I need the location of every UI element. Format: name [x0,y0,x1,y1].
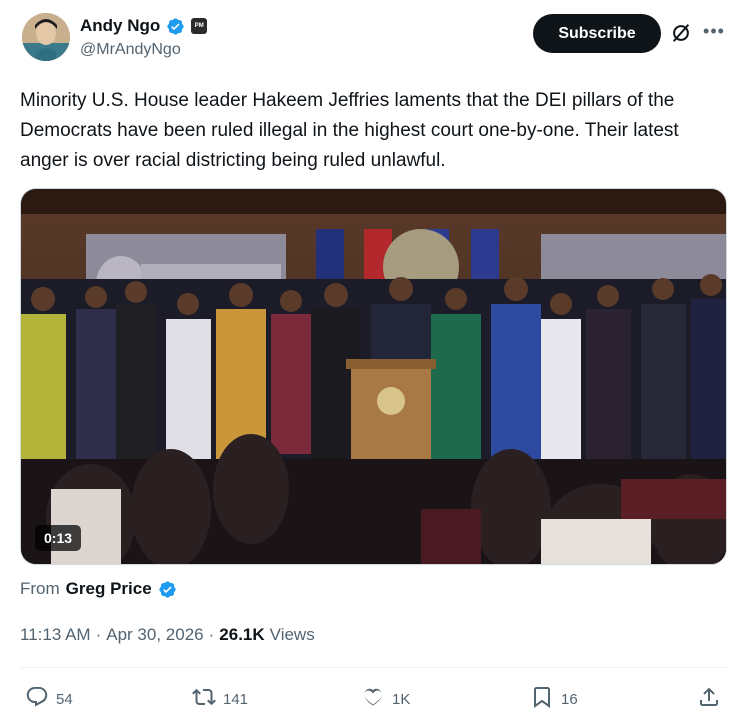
bookmark-icon [530,685,554,713]
divider [20,667,727,668]
author-avatar[interactable] [22,13,70,61]
verified-badge-icon[interactable] [166,17,185,36]
attribution-prefix: From [20,579,60,598]
heart-icon [361,685,385,713]
reply-count: 54 [56,690,73,708]
tweet-time[interactable]: 11:13 AM [20,625,91,645]
tweet-date[interactable]: Apr 30, 2026 [106,625,203,645]
repost-button[interactable]: 141 [192,685,248,713]
bookmark-button[interactable]: 16 [530,685,578,713]
author-name-row: Andy Ngo PM [80,16,208,36]
views-label: Views [269,625,315,644]
bookmark-count: 16 [561,690,578,708]
like-count: 1K [392,690,411,708]
meta-separator: · [95,625,102,644]
meta-separator: · [208,625,215,644]
views-count: 26.1K [219,625,265,644]
video-duration-label: 0:13 [35,525,82,551]
share-button[interactable] [697,685,721,713]
repost-icon [192,685,216,713]
video-player[interactable] [20,188,727,565]
repost-count: 141 [223,690,249,708]
video-attribution: From Greg Price [20,579,177,599]
more-options-icon[interactable]: ••• [702,22,726,44]
like-button[interactable]: 1K [361,685,410,713]
author-handle[interactable]: @MrAndyNgo [80,41,181,59]
reply-button[interactable]: 54 [25,685,73,713]
tweet-meta: 11:13 AM · Apr 30, 2026 · 26.1K Views [20,625,315,645]
subscribe-button[interactable]: Subscribe [533,14,661,53]
affiliate-badge-icon[interactable]: PM [191,18,208,34]
grok-icon[interactable] [670,22,692,44]
reply-icon [25,685,49,713]
verified-badge-icon [158,580,177,599]
author-display-name[interactable]: Andy Ngo [80,16,160,36]
share-icon [697,685,721,713]
attribution-name-link[interactable]: Greg Price [66,579,152,599]
tweet-text: Minority U.S. House leader Hakeem Jeffri… [20,90,679,171]
